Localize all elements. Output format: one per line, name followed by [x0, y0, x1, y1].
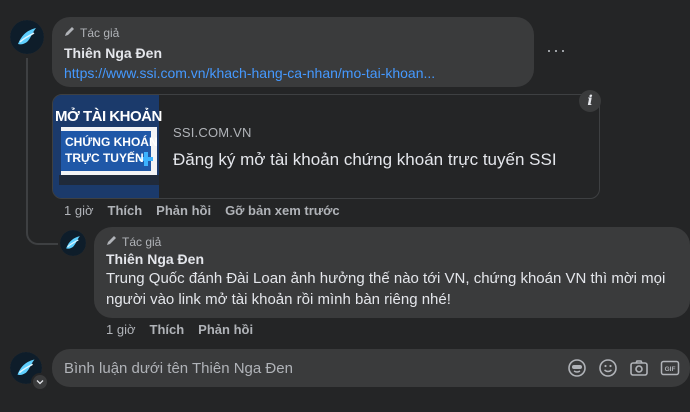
thumb-line3: TRỰC TUYẾN: [65, 151, 144, 165]
comment-actions: 1 giờ Thích Phản hồi: [106, 322, 253, 337]
info-icon[interactable]: i: [579, 90, 601, 112]
thumb-title: MỞ TÀI KHOẢN: [55, 108, 162, 125]
comment-bubble: Tác giả Thiên Nga Đen https://www.ssi.co…: [52, 17, 534, 87]
like-button[interactable]: Thích: [150, 322, 185, 337]
author-badge-label: Tác giả: [80, 25, 120, 40]
avatar[interactable]: [60, 230, 86, 256]
timestamp[interactable]: 1 giờ: [64, 203, 94, 218]
thumb-line2: CHỨNG KHOÁN: [65, 135, 158, 149]
remove-preview-button[interactable]: Gỡ bản xem trước: [225, 203, 340, 218]
gif-icon[interactable]: GIF: [659, 357, 681, 379]
profile-switch-chevron-icon[interactable]: [31, 373, 49, 391]
comment-text: Trung Quốc đánh Đài Loan ảnh hưởng thế n…: [106, 270, 666, 308]
like-button[interactable]: Thích: [108, 203, 143, 218]
comment-input[interactable]: [52, 358, 566, 378]
author-name[interactable]: Thiên Nga Đen: [64, 45, 162, 61]
author-badge-label: Tác giả: [122, 234, 162, 249]
pencil-icon: [64, 25, 76, 40]
preview-title[interactable]: Đăng ký mở tài khoản chứng khoán trực tu…: [173, 150, 557, 170]
reply-button[interactable]: Phản hồi: [156, 203, 211, 218]
author-name[interactable]: Thiên Nga Đen: [106, 251, 204, 267]
avatar[interactable]: [10, 20, 44, 54]
avatar-sticker-icon[interactable]: [566, 357, 588, 379]
author-badge: Tác giả: [106, 234, 161, 249]
comment-bubble: Tác giả Thiên Nga Đen Trung Quốc đánh Đà…: [94, 227, 690, 318]
emoji-icon[interactable]: [597, 357, 619, 379]
author-badge: Tác giả: [64, 25, 119, 40]
more-options-button[interactable]: ···: [546, 40, 567, 61]
reply-button[interactable]: Phản hồi: [198, 322, 253, 337]
preview-domain: SSI.COM.VN: [173, 125, 252, 140]
comment-composer: GIF: [52, 349, 690, 387]
timestamp[interactable]: 1 giờ: [106, 322, 136, 337]
preview-thumbnail: MỞ TÀI KHOẢN CHỨNG KHOÁN TRỰC TUYẾN: [53, 95, 162, 198]
comment-actions: 1 giờ Thích Phản hồi Gỡ bản xem trước: [64, 203, 340, 218]
link-preview-card[interactable]: MỞ TÀI KHOẢN CHỨNG KHOÁN TRỰC TUYẾN SSI.…: [52, 94, 600, 199]
camera-icon[interactable]: [628, 357, 650, 379]
pencil-icon: [106, 234, 118, 249]
svg-text:GIF: GIF: [665, 366, 676, 373]
comment-link[interactable]: https://www.ssi.com.vn/khach-hang-ca-nha…: [64, 65, 524, 81]
